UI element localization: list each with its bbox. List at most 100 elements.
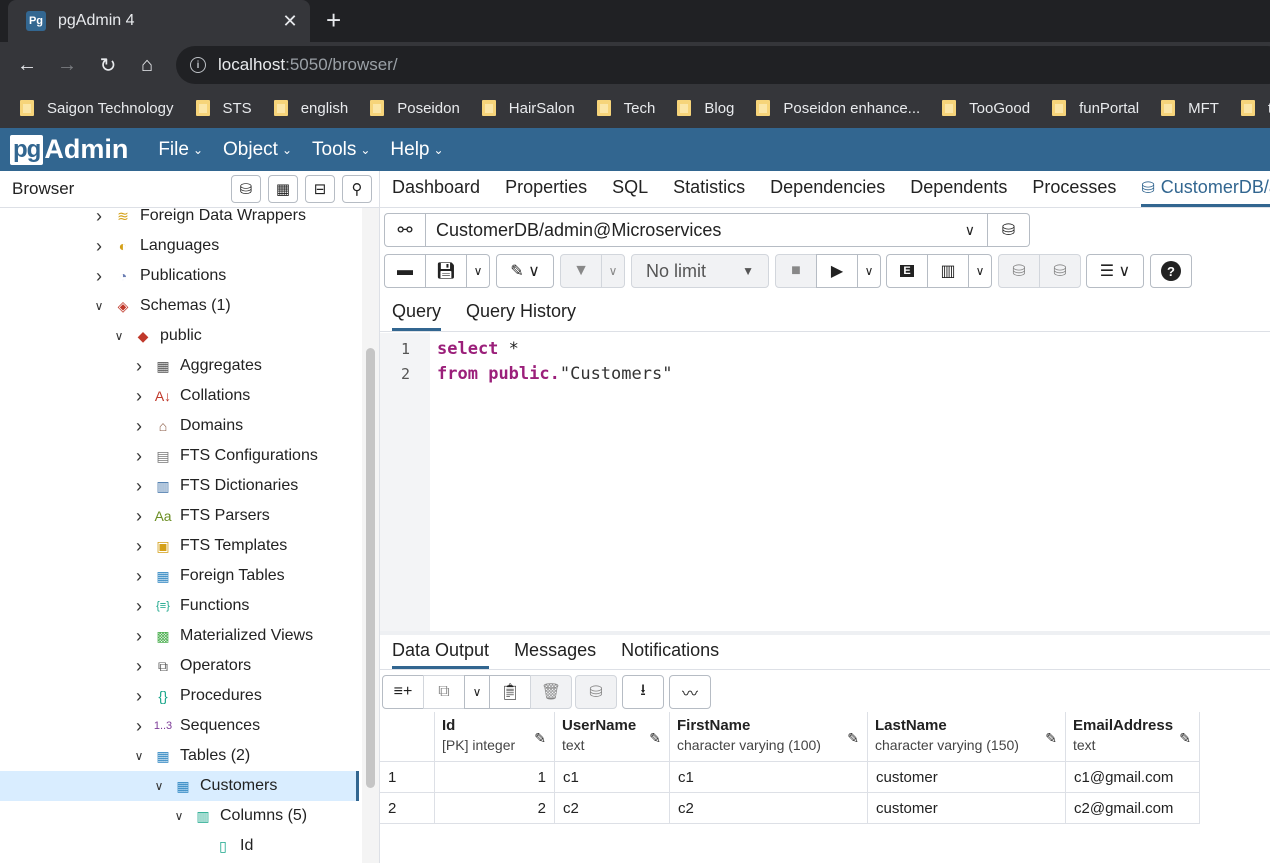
download-button[interactable]: ⭳ bbox=[622, 675, 664, 709]
tab-notifications[interactable]: Notifications bbox=[621, 640, 719, 669]
expand-icon[interactable]: › bbox=[92, 266, 106, 287]
reload-icon[interactable]: ↻ bbox=[95, 52, 121, 78]
tree-node[interactable]: › ≋ Foreign Data Wrappers bbox=[92, 208, 306, 231]
graph-visualiser-button[interactable]: 〰 bbox=[669, 675, 711, 709]
help-button[interactable]: ? bbox=[1150, 254, 1192, 288]
delete-row-button[interactable]: 🗑︎ bbox=[530, 675, 572, 709]
bookmark-item[interactable]: Tech bbox=[596, 100, 655, 117]
connection-select[interactable]: CustomerDB/admin@Microservices ∨ bbox=[426, 213, 988, 247]
tab-dependents[interactable]: Dependents bbox=[910, 177, 1007, 207]
edit-column-icon[interactable]: ✎ bbox=[534, 730, 546, 747]
expand-icon[interactable]: › bbox=[132, 446, 146, 467]
tree-node[interactable]: › A↓ Collations bbox=[132, 381, 250, 411]
column-header[interactable]: FirstName character varying (100) ✎ bbox=[670, 712, 868, 762]
browser-tab[interactable]: Pg pgAdmin 4 ✕ bbox=[8, 0, 310, 42]
tab-properties[interactable]: Properties bbox=[505, 177, 587, 207]
macros-button[interactable]: ☰ ∨ bbox=[1086, 254, 1144, 288]
expand-icon[interactable]: › bbox=[132, 536, 146, 557]
bookmark-item[interactable]: Poseidon bbox=[370, 100, 460, 117]
tab-messages[interactable]: Messages bbox=[514, 640, 596, 669]
search-objects-button[interactable]: ⚲ bbox=[342, 175, 372, 203]
tree-node[interactable]: › ⌂ Domains bbox=[132, 411, 243, 441]
expand-icon[interactable]: › bbox=[132, 506, 146, 527]
query-tool-button[interactable]: ⛁ bbox=[231, 175, 261, 203]
tree-node[interactable]: ▯ Id bbox=[192, 831, 253, 861]
expand-icon[interactable]: › bbox=[132, 386, 146, 407]
rollback-button[interactable]: ⛁ bbox=[1039, 254, 1081, 288]
execute-options-button[interactable]: ∨ bbox=[857, 254, 881, 288]
sql-editor[interactable]: 1 2 select * from public."Customers" bbox=[380, 333, 1270, 631]
site-info-icon[interactable]: i bbox=[190, 57, 206, 73]
back-icon[interactable]: ← bbox=[14, 52, 40, 78]
tree-node[interactable]: › ▣ FTS Templates bbox=[132, 531, 287, 561]
menu-file[interactable]: File ⌄ bbox=[158, 139, 203, 161]
tab-statistics[interactable]: Statistics bbox=[673, 177, 745, 207]
tree-scrollbar[interactable] bbox=[362, 208, 379, 863]
bookmark-item[interactable]: t bbox=[1240, 100, 1270, 117]
expand-icon[interactable]: › bbox=[132, 416, 146, 437]
table-cell[interactable]: 2 bbox=[435, 793, 555, 824]
bookmark-item[interactable]: MFT bbox=[1161, 100, 1219, 117]
menu-object[interactable]: Object ⌄ bbox=[223, 139, 292, 161]
tree-node[interactable]: ∨ ▦ Tables (2) bbox=[132, 741, 251, 771]
tab-processes[interactable]: Processes bbox=[1032, 177, 1116, 207]
tree-node[interactable]: › ◔ Publications bbox=[92, 261, 226, 291]
expand-icon[interactable]: › bbox=[132, 566, 146, 587]
row-limit-select[interactable]: No limit ▼ bbox=[631, 254, 769, 288]
table-cell[interactable]: customer bbox=[868, 793, 1066, 824]
filter-button[interactable]: ▼ bbox=[560, 254, 602, 288]
table-cell[interactable]: c1 bbox=[670, 762, 868, 793]
menu-tools[interactable]: Tools ⌄ bbox=[312, 139, 370, 161]
tree-node[interactable]: ∨ ▥ Columns (5) bbox=[172, 801, 308, 831]
view-data-button[interactable]: ▦ bbox=[268, 175, 298, 203]
bookmark-item[interactable]: funPortal bbox=[1052, 100, 1139, 117]
bookmark-item[interactable]: Blog bbox=[677, 100, 734, 117]
tab-sql[interactable]: SQL bbox=[612, 177, 648, 207]
tab-data-output[interactable]: Data Output bbox=[392, 640, 490, 669]
tree-node[interactable]: › 1..3 Sequences bbox=[132, 711, 260, 741]
collapse-icon[interactable]: ∨ bbox=[132, 749, 146, 763]
bookmark-item[interactable]: Saigon Technology bbox=[20, 100, 174, 117]
copy-button[interactable]: ⧉ bbox=[423, 675, 465, 709]
tree-node[interactable]: › {≡} Functions bbox=[132, 591, 249, 621]
expand-icon[interactable]: › bbox=[132, 656, 146, 677]
filter-options-button[interactable]: ∨ bbox=[601, 254, 625, 288]
cancel-query-button[interactable]: ■ bbox=[775, 254, 817, 288]
tree-node[interactable]: ∨ ◈ Schemas (1) bbox=[92, 291, 231, 321]
execute-button[interactable]: ▶ bbox=[816, 254, 858, 288]
commit-button[interactable]: ⛁ bbox=[998, 254, 1040, 288]
column-header[interactable]: Id [PK] integer ✎ bbox=[435, 712, 555, 762]
menu-help[interactable]: Help ⌄ bbox=[390, 139, 443, 161]
scrollbar-thumb[interactable] bbox=[366, 348, 375, 788]
collapse-icon[interactable]: ∨ bbox=[152, 779, 166, 793]
column-header[interactable]: EmailAddress text ✎ bbox=[1066, 712, 1200, 762]
tree-node[interactable]: › ▩ Materialized Views bbox=[132, 621, 313, 651]
new-tab-icon[interactable]: + bbox=[326, 6, 341, 34]
tree-node[interactable]: › ◐ Languages bbox=[92, 231, 219, 261]
expand-icon[interactable]: › bbox=[132, 716, 146, 737]
home-icon[interactable]: ⌂ bbox=[134, 52, 160, 78]
tab-query-history[interactable]: Query History bbox=[466, 301, 576, 331]
new-connection-button[interactable]: ⛁ bbox=[988, 213, 1030, 247]
expand-icon[interactable]: › bbox=[132, 596, 146, 617]
table-cell[interactable]: customer bbox=[868, 762, 1066, 793]
tree-node[interactable]: › ▤ FTS Configurations bbox=[132, 441, 318, 471]
expand-icon[interactable]: › bbox=[132, 626, 146, 647]
tree-node[interactable]: › ⧉ Operators bbox=[132, 651, 251, 681]
column-header[interactable]: LastName character varying (150) ✎ bbox=[868, 712, 1066, 762]
bookmark-item[interactable]: TooGood bbox=[942, 100, 1030, 117]
explain-button[interactable]: E bbox=[886, 254, 928, 288]
table-cell[interactable]: c2@gmail.com bbox=[1066, 793, 1200, 824]
table-cell[interactable]: c1 bbox=[555, 762, 670, 793]
expand-icon[interactable]: › bbox=[132, 686, 146, 707]
bookmark-item[interactable]: english bbox=[273, 100, 348, 117]
tab-dependencies[interactable]: Dependencies bbox=[770, 177, 885, 207]
bookmark-item[interactable]: STS bbox=[195, 100, 252, 117]
explain-options-button[interactable]: ∨ bbox=[968, 254, 992, 288]
paste-button[interactable]: 📋︎ bbox=[489, 675, 531, 709]
open-file-button[interactable]: ▬ bbox=[384, 254, 426, 288]
explain-analyze-button[interactable]: ▥ bbox=[927, 254, 969, 288]
connection-status-button[interactable]: ⚯ bbox=[384, 213, 426, 247]
tab-query-tool[interactable]: ⛁ CustomerDB/admin@Microservices bbox=[1141, 177, 1270, 207]
tab-dashboard[interactable]: Dashboard bbox=[392, 177, 480, 207]
